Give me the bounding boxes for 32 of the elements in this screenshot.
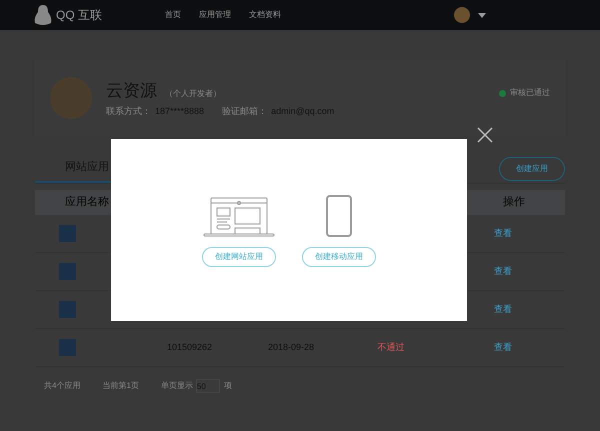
per-page-label: 单页显示 xyxy=(160,380,193,392)
close-icon[interactable] xyxy=(477,127,493,143)
create-option-button[interactable]: 创建网站应用 xyxy=(202,247,276,267)
app-icon-placeholder xyxy=(59,263,76,280)
unit-label: 项 xyxy=(224,380,232,392)
app-status: 不通过 xyxy=(378,340,404,354)
nav-link[interactable]: 文档资料 xyxy=(246,9,284,21)
logo-text: QQ 互联 xyxy=(56,7,102,24)
penguin-logo-icon xyxy=(34,4,52,26)
create-option-button[interactable]: 创建移动应用 xyxy=(302,247,376,267)
review-status: 审核已通过 xyxy=(510,87,550,99)
view-link[interactable]: 查看 xyxy=(494,264,512,278)
current-page: 当前第1页 xyxy=(102,380,139,392)
app-icon-placeholder xyxy=(59,225,76,242)
profile-role: （个人开发者） xyxy=(165,88,221,100)
view-link[interactable]: 查看 xyxy=(494,226,512,240)
laptop-drawing xyxy=(203,197,275,237)
nav-link[interactable]: 应用管理 xyxy=(196,9,234,21)
contact-label: 联系方式： xyxy=(106,105,151,118)
caret-icon[interactable] xyxy=(478,12,486,18)
avatar-photo-placeholder[interactable] xyxy=(454,7,470,23)
total-count: 共4个应用 xyxy=(44,380,80,392)
smartphone-icon xyxy=(326,195,352,237)
email-label: 验证邮箱： xyxy=(222,105,268,118)
view-link[interactable]: 查看 xyxy=(494,340,512,354)
app-icon-placeholder xyxy=(59,339,76,356)
view-link[interactable]: 查看 xyxy=(494,302,512,316)
column-header: 操作 xyxy=(503,195,525,210)
nav-link[interactable]: 首页 xyxy=(162,9,184,21)
app-icon-placeholder xyxy=(59,301,76,318)
column-header: 应用名称 xyxy=(65,194,109,210)
create-app-button[interactable]: 创建应用 xyxy=(499,156,565,180)
